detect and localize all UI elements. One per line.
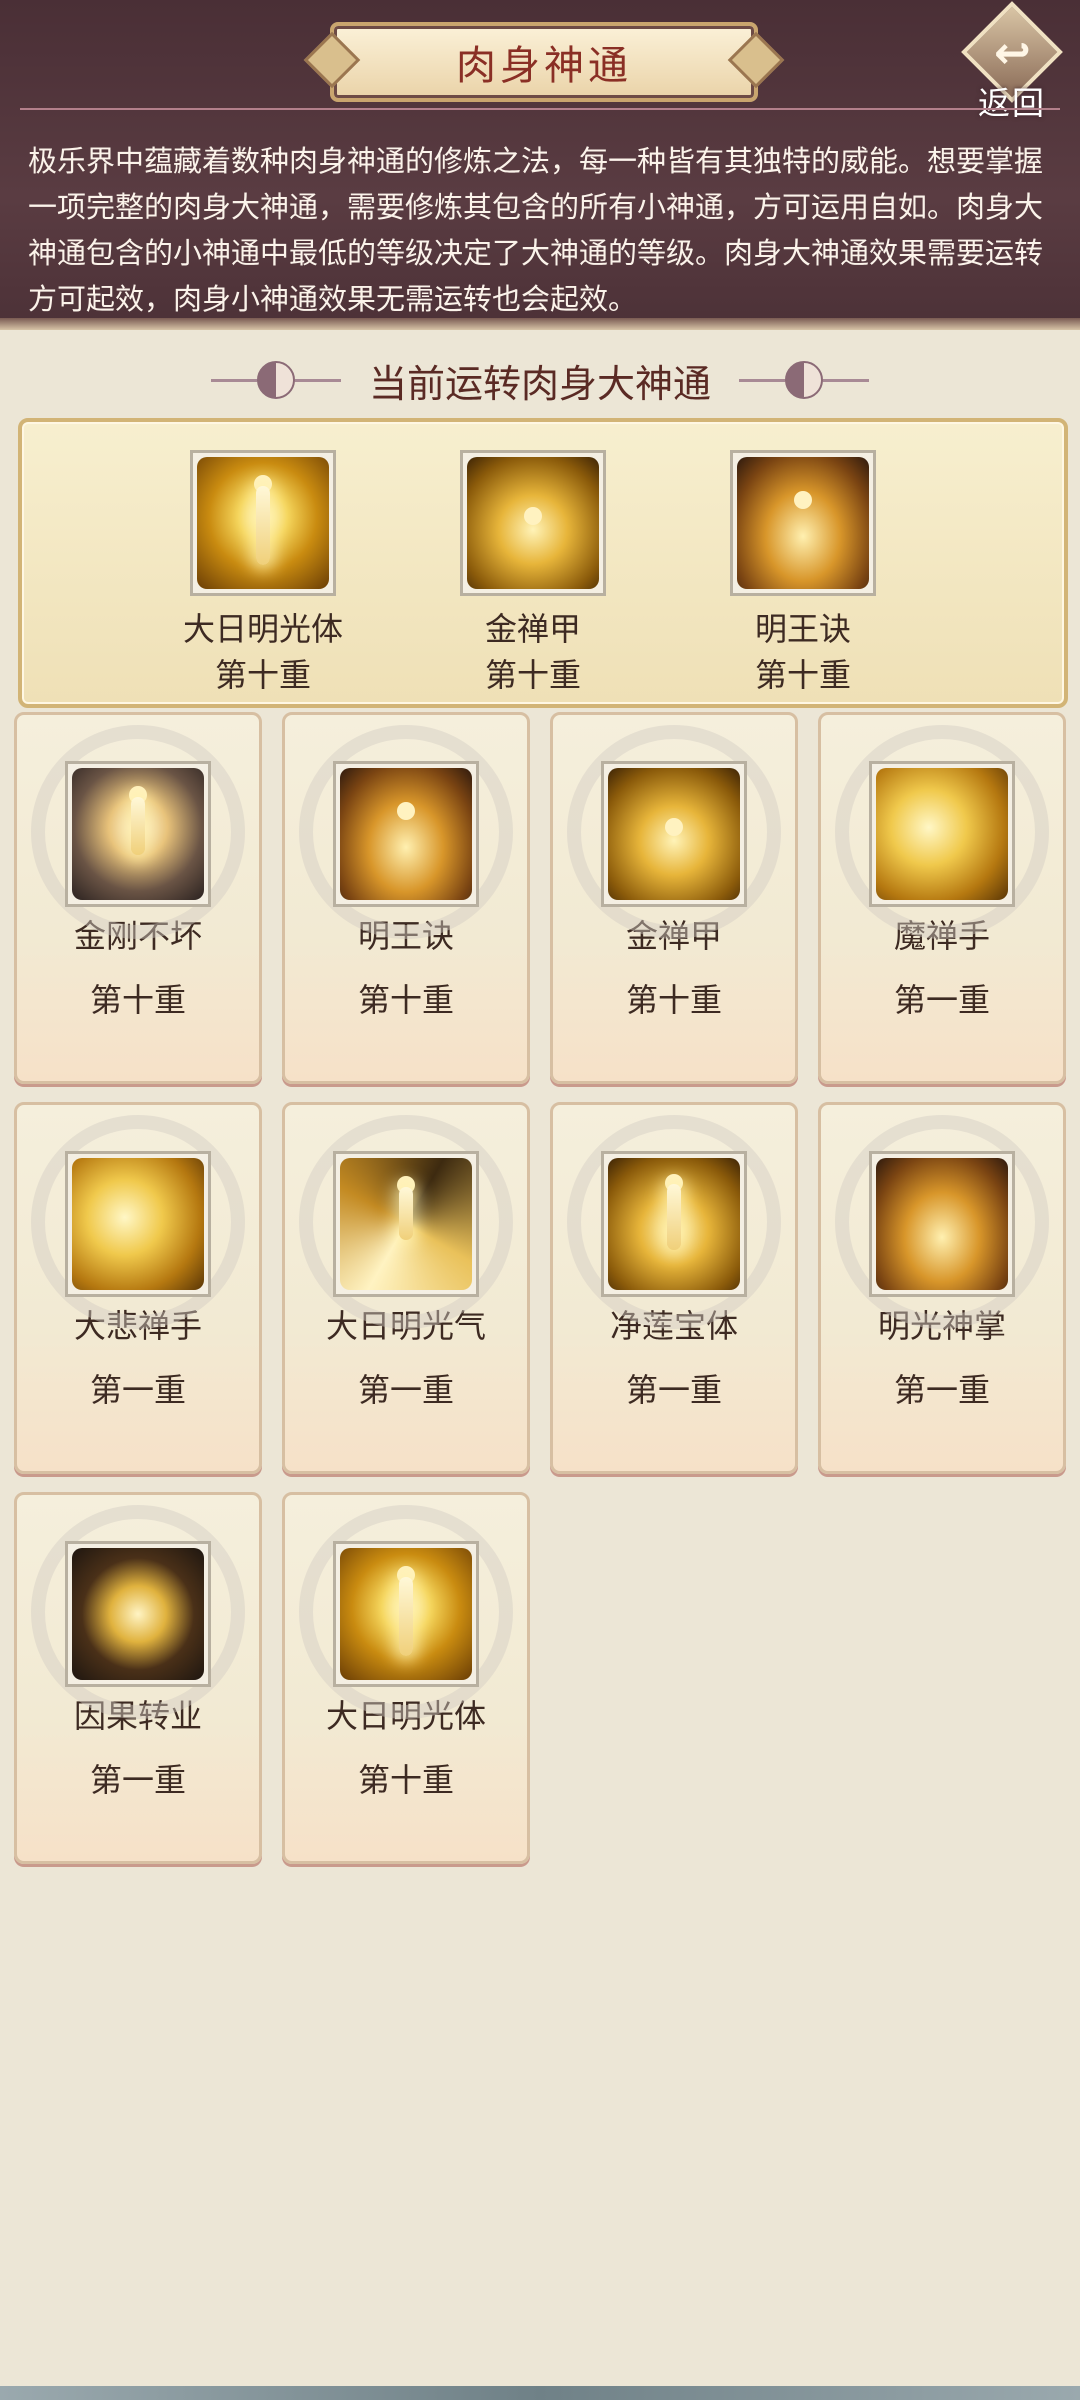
skill-card-10[interactable]: 大日明光体 第十重: [282, 1492, 530, 1864]
header: 肉身神通 ↩ 返回 极乐界中蕴藏着数种肉身神通的修炼之法，每一种皆有其独特的威能…: [0, 0, 1080, 330]
icon-frame: [460, 450, 606, 596]
meditating-flame-icon: [340, 768, 472, 900]
icon-frame: [65, 1151, 211, 1297]
skill-level: 第一重: [89, 1371, 186, 1409]
skill-name: 明王诀: [754, 610, 851, 648]
skill-card-7[interactable]: 净莲宝体 第一重: [550, 1102, 798, 1474]
skill-card-5[interactable]: 大悲禅手 第一重: [14, 1102, 262, 1474]
skill-level: 第十重: [89, 981, 186, 1019]
skill-name: 净莲宝体: [609, 1307, 738, 1345]
skill-card-3[interactable]: 金禅甲 第十重: [550, 712, 798, 1084]
description-text: 极乐界中蕴藏着数种肉身神通的修炼之法，每一种皆有其独特的威能。想要掌握一项完整的…: [28, 144, 1044, 316]
skill-name: 魔禅手: [893, 917, 990, 955]
active-skill-3[interactable]: 明王诀 第十重: [693, 450, 913, 698]
skill-name: 金刚不坏: [73, 917, 202, 955]
icon-frame: [333, 761, 479, 907]
skill-level: 第一重: [893, 1371, 990, 1409]
fire-palm-icon: [876, 1158, 1008, 1290]
active-skills-panel: 大日明光体 第十重 金禅甲 第十重 明王诀 第十重: [18, 418, 1068, 708]
icon-frame: [601, 761, 747, 907]
active-section-title: 当前运转肉身大神通: [368, 361, 711, 406]
back-button[interactable]: ↩ 返回: [960, 1, 1070, 122]
icon-frame: [869, 1151, 1015, 1297]
radiant-body-icon: [197, 457, 329, 589]
icon-frame: [65, 761, 211, 907]
return-arrow-icon: ↩: [994, 28, 1031, 79]
active-skill-2[interactable]: 金禅甲 第十重: [423, 450, 643, 698]
lotus-body-icon: [608, 1158, 740, 1290]
skill-level: 第十重: [484, 656, 581, 694]
skill-name: 大悲禅手: [73, 1307, 202, 1345]
karma-wheel-icon: [72, 1548, 204, 1680]
skill-card-1[interactable]: 金刚不坏 第十重: [14, 712, 262, 1084]
skill-card-4[interactable]: 魔禅手 第一重: [818, 712, 1066, 1084]
skill-level: 第十重: [357, 981, 454, 1019]
icon-frame: [601, 1151, 747, 1297]
skill-level: 第一重: [89, 1761, 186, 1799]
skill-level: 第一重: [357, 1371, 454, 1409]
icon-frame: [869, 761, 1015, 907]
meditating-flame-icon: [737, 457, 869, 589]
skill-level: 第十重: [754, 656, 851, 694]
radiant-body-icon: [340, 1548, 472, 1680]
icon-frame: [333, 1151, 479, 1297]
skill-card-9[interactable]: 因果转业 第一重: [14, 1492, 262, 1864]
swirl-figure-icon: [340, 1158, 472, 1290]
back-label: 返回: [978, 84, 1047, 122]
active-section-header: 当前运转肉身大神通: [0, 348, 1080, 412]
skill-level: 第十重: [625, 981, 722, 1019]
skill-level: 第十重: [214, 656, 311, 694]
icon-frame: [333, 1541, 479, 1687]
title-plaque: 肉身神通: [330, 22, 758, 102]
bottom-bar: [0, 2386, 1080, 2400]
skill-level: 第一重: [893, 981, 990, 1019]
open-palm-icon: [72, 1158, 204, 1290]
skill-name: 因果转业: [73, 1697, 202, 1735]
icon-frame: [730, 450, 876, 596]
lotus-buddha-icon: [608, 768, 740, 900]
skill-level: 第十重: [357, 1761, 454, 1799]
icon-frame: [65, 1541, 211, 1687]
skill-name: 大日明光气: [325, 1307, 486, 1345]
skill-name: 大日明光体: [325, 1697, 486, 1735]
icon-frame: [190, 450, 336, 596]
skill-name: 金禅甲: [625, 917, 722, 955]
skill-name: 明光神掌: [877, 1307, 1006, 1345]
active-skill-1[interactable]: 大日明光体 第十重: [153, 450, 373, 698]
glowing-orb-figure-icon: [72, 768, 204, 900]
lotus-buddha-icon: [467, 457, 599, 589]
skill-card-2[interactable]: 明王诀 第十重: [282, 712, 530, 1084]
skill-level: 第一重: [625, 1371, 722, 1409]
skill-name: 大日明光体: [182, 610, 343, 648]
header-divider: [20, 108, 1060, 110]
skill-name: 金禅甲: [484, 610, 581, 648]
skill-card-8[interactable]: 明光神掌 第一重: [818, 1102, 1066, 1474]
mudra-hand-icon: [876, 768, 1008, 900]
left-ornament-icon: [210, 361, 341, 399]
right-ornament-icon: [739, 361, 869, 399]
skill-name: 明王诀: [357, 917, 454, 955]
page-title: 肉身神通: [456, 43, 632, 89]
skill-card-6[interactable]: 大日明光气 第一重: [282, 1102, 530, 1474]
